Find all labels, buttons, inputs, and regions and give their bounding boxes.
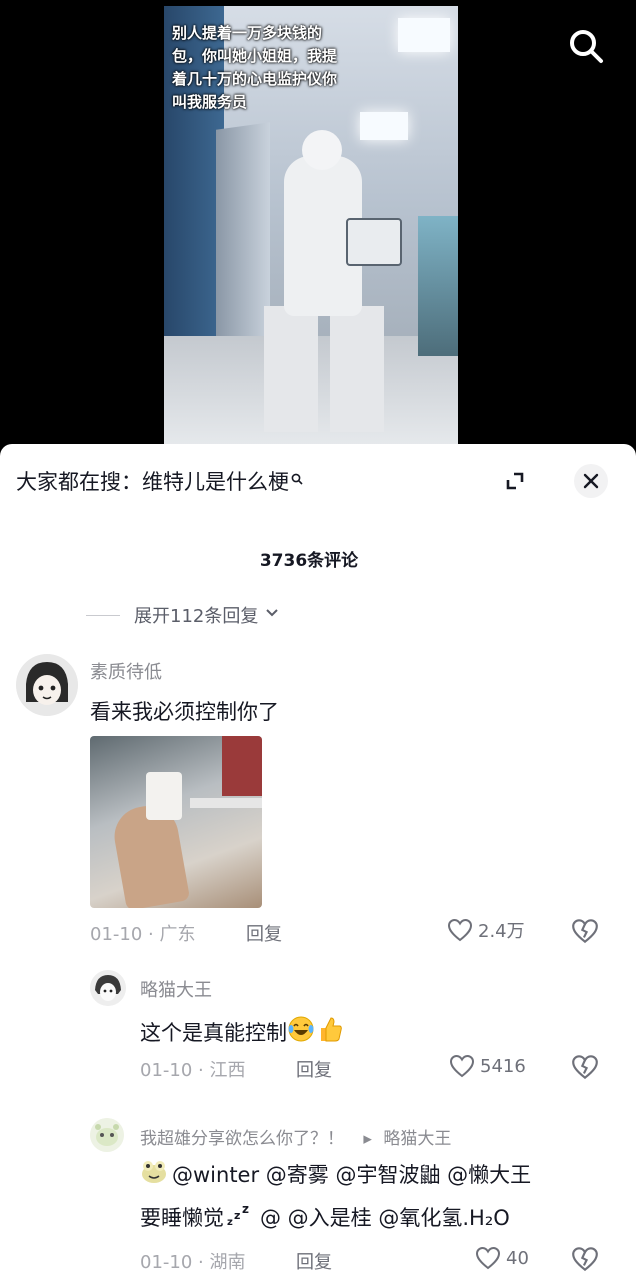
video-person-legs	[264, 306, 384, 432]
like-count: 2.4万	[478, 921, 525, 942]
reply-header: 我超雄分享欲怎么你了？！ ▸ 略猫大王	[140, 1124, 451, 1149]
sheet-header: 大家都在搜：维特儿是什么梗	[0, 444, 636, 518]
chevron-down-icon	[264, 605, 280, 626]
meta-separator: ·	[142, 924, 160, 945]
comment-location: 广东	[159, 924, 196, 945]
reply-text: 这个是真能控制	[140, 1020, 287, 1045]
expand-replies-label: 展开112条回复	[134, 606, 259, 627]
reply-text-line2: 要睡懒觉 zzz @ @入是桂 @氧化氢.H₂O	[140, 1202, 510, 1232]
dislike-button[interactable]	[570, 1052, 600, 1082]
comment-date: 01-10	[90, 924, 143, 945]
laugh-cry-emoji	[287, 1015, 315, 1048]
heart-icon	[447, 918, 473, 942]
meta-separator: ·	[192, 1252, 210, 1273]
broken-heart-icon	[572, 1247, 598, 1272]
svg-text:z: z	[242, 1203, 249, 1216]
comment-username[interactable]: 素质待低	[90, 658, 162, 684]
close-button[interactable]	[574, 464, 608, 498]
mention-list[interactable]: @winter @寄雾 @宇智波鼬 @懒大王	[172, 1159, 531, 1189]
video-person-head	[302, 130, 342, 170]
reply-date: 01-10	[140, 1060, 193, 1081]
video-ceiling-light	[360, 112, 408, 140]
avatar-image	[90, 1118, 124, 1152]
video-caption: 别人提着一万多块钱的包，你叫她小姐姐，我提着几十万的心电监护仪你叫我服务员	[172, 24, 338, 111]
image-detail	[222, 736, 262, 796]
reply-text-line1: @winter @寄雾 @宇智波鼬 @懒大王	[140, 1158, 531, 1189]
meta-separator: ·	[192, 1060, 210, 1081]
reply-button[interactable]: 回复	[296, 1056, 332, 1082]
like-button[interactable]: 2.4万	[446, 916, 525, 944]
sleep-zzz-icon: zzz	[226, 1202, 252, 1232]
heart-icon	[475, 1246, 501, 1270]
expand-icon	[506, 472, 524, 490]
comment-sheet: 大家都在搜：维特儿是什么梗 3736条评论 展开112条回复 素质待低 看来我必…	[0, 444, 636, 1280]
comment-count: 3736条评论	[259, 551, 359, 571]
hot-search-text: 大家都在搜：维特儿是什么梗	[16, 470, 289, 494]
reply-button[interactable]: 回复	[246, 920, 282, 946]
reply-meta: 01-10 · 湖南	[140, 1248, 245, 1274]
reply-username[interactable]: 略猫大王	[140, 976, 212, 1002]
dislike-button[interactable]	[570, 1244, 600, 1274]
comment-text: 看来我必须控制你了	[90, 700, 279, 724]
comment-meta: 01-10 · 广东	[90, 920, 195, 946]
video-area[interactable]: 别人提着一万多块钱的包，你叫她小姐姐，我提着几十万的心电监护仪你叫我服务员	[0, 0, 636, 448]
avatar-image	[16, 654, 78, 716]
image-detail	[190, 798, 262, 808]
like-button[interactable]: 5416	[448, 1052, 526, 1080]
reply-arrow-icon: ▸	[363, 1129, 372, 1149]
reply-text-row: 这个是真能控制	[140, 1014, 345, 1049]
thumbs-up-emoji	[315, 1014, 345, 1049]
reply-username[interactable]: 我超雄分享欲怎么你了？！	[140, 1129, 344, 1149]
reply-location: 湖南	[209, 1252, 246, 1273]
reply-avatar[interactable]	[90, 970, 126, 1006]
hot-search-suggestion[interactable]: 大家都在搜：维特儿是什么梗	[16, 466, 303, 496]
frog-emoji	[140, 1158, 168, 1189]
close-icon	[583, 473, 599, 489]
reply-to-username[interactable]: 略猫大王	[383, 1129, 451, 1149]
svg-text:z: z	[227, 1217, 233, 1227]
reply-avatar[interactable]	[90, 1118, 124, 1152]
comment-image[interactable]	[90, 736, 262, 908]
divider	[86, 614, 120, 616]
video-ceiling-light	[398, 18, 450, 52]
search-button[interactable]	[566, 26, 606, 66]
avatar-image	[90, 970, 126, 1006]
image-detail	[146, 772, 182, 820]
avatar[interactable]	[16, 654, 78, 716]
reply-location: 江西	[209, 1060, 246, 1081]
expand-button[interactable]	[500, 466, 530, 496]
reply-button[interactable]: 回复	[296, 1248, 332, 1274]
reply-text: 要睡懒觉	[140, 1206, 224, 1230]
like-button[interactable]: 40	[474, 1244, 529, 1272]
video-monitor-device	[346, 218, 402, 266]
dislike-button[interactable]	[570, 916, 600, 946]
svg-text:z: z	[234, 1209, 240, 1222]
like-count: 40	[506, 1247, 529, 1269]
small-search-icon	[291, 466, 303, 490]
expand-replies-button[interactable]: 展开112条回复	[86, 602, 280, 628]
like-count: 5416	[480, 1055, 526, 1077]
video-bed	[418, 216, 458, 356]
broken-heart-icon	[572, 919, 598, 944]
search-icon	[570, 30, 603, 63]
video-door	[216, 122, 270, 370]
reply-meta: 01-10 · 江西	[140, 1056, 245, 1082]
reply-date: 01-10	[140, 1252, 193, 1273]
broken-heart-icon	[572, 1055, 598, 1080]
mention-list[interactable]: @ @入是桂 @氧化氢.H₂O	[260, 1202, 510, 1232]
heart-icon	[449, 1054, 475, 1078]
